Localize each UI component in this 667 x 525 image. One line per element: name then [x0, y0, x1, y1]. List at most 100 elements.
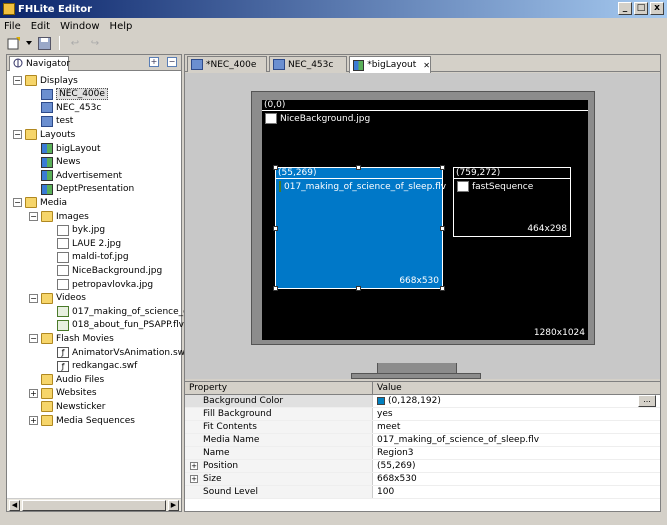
expand-property-icon[interactable]: + — [190, 475, 198, 483]
property-value[interactable]: 668x530 — [373, 473, 660, 485]
property-row[interactable]: Name Region3 — [185, 447, 660, 460]
collapse-node-icon[interactable]: − — [13, 76, 22, 85]
tree-item[interactable]: NEC_400e — [29, 88, 108, 101]
property-row[interactable]: + Size 668x530 — [185, 473, 660, 486]
display-screen[interactable]: (0,0) NiceBackground.jpg 1280x1024 (55,2… — [262, 100, 588, 340]
collapse-node-icon[interactable]: − — [29, 212, 38, 221]
value-column-header[interactable]: Value — [373, 382, 660, 395]
navigator-tab[interactable]: Navigator — [9, 56, 70, 71]
menu-file[interactable]: File — [4, 21, 21, 32]
tree-item[interactable]: News — [29, 156, 80, 169]
tree-item[interactable]: − Displays — [13, 74, 78, 87]
undo-icon[interactable]: ↩ — [67, 36, 83, 50]
resize-handle-w[interactable] — [273, 226, 278, 231]
resize-handle-e[interactable] — [440, 226, 445, 231]
property-value[interactable]: (55,269) — [373, 460, 660, 472]
navigator-horizontal-scrollbar[interactable]: ◀ ▶ — [7, 498, 181, 511]
property-name-label: Fill Background — [203, 409, 272, 419]
tree-item[interactable]: ƒ AnimatorVsAnimation.swf — [45, 346, 188, 359]
tree-item[interactable]: − Media — [13, 196, 67, 209]
collapse-node-icon[interactable]: − — [13, 198, 22, 208]
menu-edit[interactable]: Edit — [31, 21, 50, 32]
property-row[interactable]: Media Name 017_making_of_science_of_sleep… — [185, 434, 660, 447]
navigator-header: Navigator + − — [7, 55, 181, 71]
save-icon[interactable] — [36, 36, 52, 50]
property-row[interactable]: Background Color (0,128,192)... — [185, 395, 660, 408]
scroll-right-icon[interactable]: ▶ — [168, 499, 179, 511]
color-picker-button[interactable]: ... — [638, 395, 656, 407]
tree-item[interactable]: NEC_453c — [29, 101, 101, 114]
menu-help[interactable]: Help — [110, 21, 133, 32]
tree-item[interactable]: − Flash Movies — [29, 332, 114, 345]
expand-property-icon[interactable]: + — [190, 462, 198, 470]
tree-item[interactable]: + Websites — [29, 387, 97, 400]
tree-item[interactable]: + Media Sequences — [29, 414, 135, 427]
expand-node-icon[interactable]: + — [29, 388, 38, 398]
tree-item[interactable]: NiceBackground.jpg — [45, 264, 162, 277]
editor-area: *NEC_400e NEC_453c *bigLayout ✕ (0,0) Ni… — [184, 54, 661, 512]
resize-handle-nw[interactable] — [273, 165, 278, 170]
maximize-button[interactable]: □ — [634, 2, 648, 15]
property-row[interactable]: + Position (55,269) — [185, 460, 660, 473]
tree-item[interactable]: − Images — [29, 210, 89, 223]
tree-item[interactable]: Advertisement — [29, 169, 122, 182]
tree-item[interactable]: bigLayout — [29, 142, 101, 155]
navigator-icon — [13, 58, 23, 71]
expand-all-button[interactable]: + — [149, 57, 159, 67]
property-row[interactable]: Fit Contents meet — [185, 421, 660, 434]
property-value[interactable]: meet — [373, 421, 660, 433]
tree-item[interactable]: 017_making_of_science_of — [45, 305, 192, 318]
property-value[interactable]: (0,128,192)... — [373, 395, 660, 407]
property-value[interactable]: yes — [373, 408, 660, 420]
property-name: Fit Contents — [185, 421, 373, 433]
collapse-all-button[interactable]: − — [167, 57, 177, 67]
tree-item[interactable]: maldi-tof.jpg — [45, 251, 129, 264]
tree-item-label: Newsticker — [56, 401, 106, 412]
tree-item[interactable]: test — [29, 115, 73, 128]
tree-item[interactable]: ƒ redkangac.swf — [45, 360, 137, 373]
editor-tab-bar: *NEC_400e NEC_453c *bigLayout ✕ — [185, 55, 660, 73]
menu-window[interactable]: Window — [60, 21, 99, 32]
expand-node-icon[interactable]: + — [29, 416, 38, 425]
collapse-node-icon[interactable]: − — [29, 293, 38, 303]
collapse-node-icon[interactable]: − — [29, 334, 38, 344]
tree-item[interactable]: LAUE 2.jpg — [45, 237, 121, 250]
tree-item[interactable]: DeptPresentation — [29, 183, 134, 196]
region-fast-sequence[interactable]: (759,272) fastSequence 464x298 — [453, 167, 571, 237]
property-value[interactable]: 100 — [373, 486, 660, 498]
tree-item[interactable]: − Videos — [29, 292, 86, 305]
new-icon[interactable] — [6, 36, 22, 50]
dropdown-arrow-icon[interactable] — [26, 36, 32, 50]
collapse-node-icon[interactable]: − — [13, 130, 22, 140]
tree-item[interactable]: 018_about_fun_PSAPP.flv — [45, 319, 184, 332]
minimize-button[interactable]: _ — [618, 2, 632, 15]
property-column-header[interactable]: Property — [185, 382, 373, 395]
resize-handle-ne[interactable] — [440, 165, 445, 170]
tree-item[interactable]: Newsticker — [29, 400, 105, 413]
resize-handle-n[interactable] — [356, 165, 361, 170]
image-file-icon — [57, 251, 69, 263]
layout-icon — [41, 170, 53, 182]
property-value[interactable]: 017_making_of_science_of_sleep.flv — [373, 434, 660, 446]
layout-icon — [41, 143, 53, 154]
redo-icon[interactable]: ↪ — [87, 36, 103, 50]
resize-handle-se[interactable] — [440, 286, 445, 291]
tree-item[interactable]: − Layouts — [13, 128, 75, 141]
tree-item[interactable]: petropavlovka.jpg — [45, 278, 153, 291]
property-row[interactable]: Fill Background yes — [185, 408, 660, 421]
property-row[interactable]: Sound Level 100 — [185, 486, 660, 499]
property-value[interactable]: Region3 — [373, 447, 660, 459]
tab-biglayout[interactable]: *bigLayout ✕ — [349, 56, 431, 73]
resize-handle-sw[interactable] — [273, 286, 278, 291]
region-selected[interactable]: (55,269) 017_making_of_science_of_sleep.… — [275, 167, 446, 289]
scroll-left-icon[interactable]: ◀ — [9, 499, 20, 511]
close-button[interactable]: x — [650, 2, 664, 15]
tree-item[interactable]: Audio Files — [29, 373, 104, 386]
tab-nec-453c[interactable]: NEC_453c — [269, 56, 347, 72]
tab-nec-400e[interactable]: *NEC_400e — [187, 56, 267, 72]
layout-canvas[interactable]: (0,0) NiceBackground.jpg 1280x1024 (55,2… — [185, 73, 660, 379]
tree-item[interactable]: byk.jpg — [45, 224, 105, 237]
scroll-thumb[interactable] — [22, 499, 166, 511]
close-tab-icon[interactable]: ✕ — [423, 61, 430, 70]
resize-handle-s[interactable] — [356, 286, 361, 291]
